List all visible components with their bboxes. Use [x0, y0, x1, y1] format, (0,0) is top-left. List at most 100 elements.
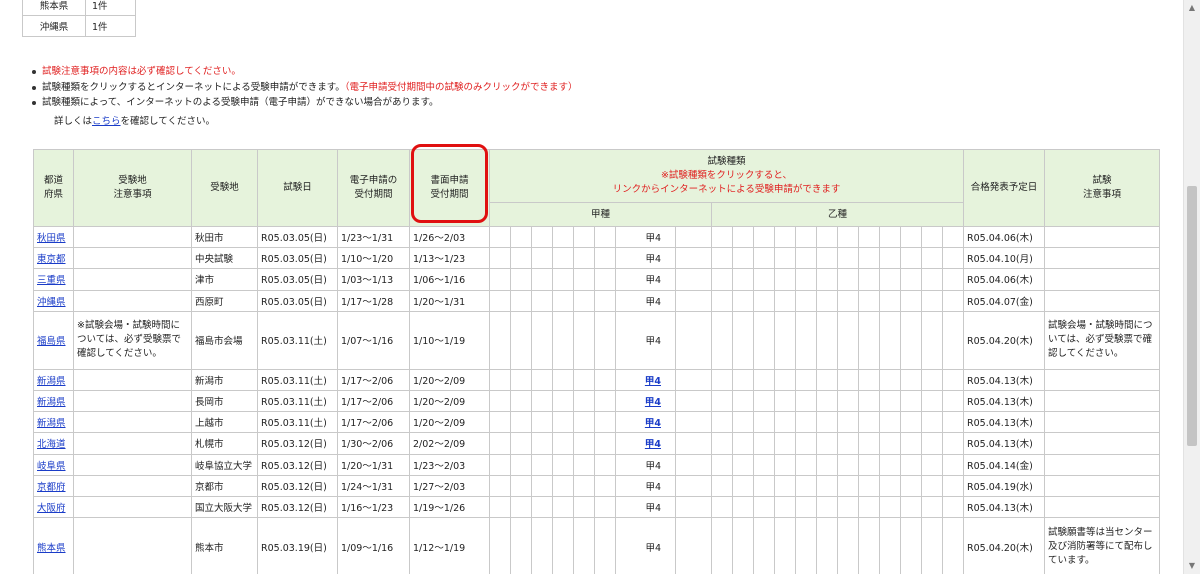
otsu-sub-cell	[816, 453, 838, 476]
pref-link[interactable]: 沖縄県	[37, 297, 66, 308]
pref-link[interactable]: 大阪府	[37, 503, 66, 514]
kou4-cell: 甲4	[615, 289, 676, 312]
otsu-sub-cell	[774, 225, 796, 249]
kou-sub-cell	[531, 453, 553, 476]
otsu-sub-cell	[858, 474, 880, 497]
pref-link[interactable]: 熊本県	[37, 543, 66, 554]
otsu-sub-cell	[732, 247, 754, 270]
otsu-sub-cell	[816, 225, 838, 249]
table-row: 東京都 中央試験 R05.03.05(日) 1/10～1/20 1/13～1/23 甲4 R…	[33, 247, 1160, 270]
result-date-cell: R05.04.19(水)	[963, 474, 1045, 497]
electronic-period-cell: 1/09～1/16	[337, 517, 410, 574]
detail-text: 詳しくは	[54, 116, 93, 127]
table-row: 京都府 京都市 R05.03.12(日) 1/24～1/31 1/27～2/03 甲4 R0…	[33, 474, 1160, 497]
paper-period-cell: 1/20～1/31	[409, 289, 490, 312]
otsu-sub-cell	[900, 247, 922, 270]
header-exam-notes: 試験 注意事項	[1044, 149, 1160, 227]
kou-sub-cell	[489, 432, 511, 455]
venue-note-cell	[73, 474, 192, 497]
venue-note-cell	[73, 389, 192, 413]
kou-sub-cell	[573, 389, 595, 413]
prefecture-count-table: 熊本県 1件 沖縄県 1件	[22, 0, 136, 37]
venue-cell: 西原町	[191, 289, 258, 312]
kou-sub-cell	[552, 289, 574, 312]
otsu-sub-cell	[921, 495, 943, 519]
otsu-sub-cell	[711, 268, 733, 291]
header-result-date: 合格発表予定日	[963, 149, 1045, 227]
kou-sub-cell	[489, 225, 511, 249]
otsu-sub-cell	[837, 411, 859, 434]
kou-sub-cell	[489, 368, 511, 391]
vertical-scrollbar[interactable]: ▲ ▼	[1183, 0, 1200, 574]
kou-sub-cell	[594, 453, 616, 476]
exam-note-cell	[1044, 411, 1160, 434]
otsu-sub-cell	[900, 310, 922, 370]
otsu-sub-cell	[900, 368, 922, 391]
exam-note-cell	[1044, 289, 1160, 312]
kou4-cell: 甲4	[615, 225, 676, 249]
otsu-sub-cell	[837, 495, 859, 519]
kou4-link[interactable]: 甲4	[645, 376, 661, 387]
scrollbar-thumb[interactable]	[1187, 186, 1197, 446]
otsu-sub-cell	[879, 310, 901, 370]
scroll-up-icon[interactable]: ▲	[1184, 0, 1200, 16]
kou-sub-cell	[510, 453, 532, 476]
pref-link[interactable]: 岐阜県	[37, 461, 66, 472]
kou-sub-cell	[594, 268, 616, 291]
kou-sub-cell	[552, 368, 574, 391]
electronic-period-cell: 1/07～1/16	[337, 310, 410, 370]
kou4-cell: 甲4	[615, 368, 676, 391]
pref-cell: 東京都	[33, 247, 74, 270]
otsu-sub-cell	[942, 225, 964, 249]
kou4-cell: 甲4	[615, 247, 676, 270]
otsu-sub-cell	[816, 368, 838, 391]
otsu-sub-cell	[858, 495, 880, 519]
detail-link[interactable]: こちら	[92, 116, 121, 127]
exam-note-cell	[1044, 368, 1160, 391]
count-value: 1件	[85, 0, 136, 16]
pref-link[interactable]: 東京都	[37, 254, 66, 265]
exam-date-cell: R05.03.12(日)	[257, 474, 338, 497]
otsu-sub-cell	[711, 495, 733, 519]
pref-link[interactable]: 新潟県	[37, 418, 66, 429]
electronic-period-cell: 1/17～2/06	[337, 389, 410, 413]
venue-note-cell	[73, 247, 192, 270]
venue-note-cell	[73, 225, 192, 249]
otsu-sub-cell	[711, 517, 733, 574]
otsu-sub-cell	[900, 517, 922, 574]
pref-link[interactable]: 秋田県	[37, 233, 66, 244]
kou4-link[interactable]: 甲4	[645, 439, 661, 450]
exam-note-cell	[1044, 453, 1160, 476]
pref-link[interactable]: 新潟県	[37, 397, 66, 408]
otsu-sub-cell	[774, 453, 796, 476]
pref-link[interactable]: 三重県	[37, 275, 66, 286]
kou-sub-cell	[675, 310, 712, 370]
otsu-sub-cell	[774, 389, 796, 413]
pref-link[interactable]: 福島県	[37, 336, 66, 347]
pref-link[interactable]: 新潟県	[37, 376, 66, 387]
kou-sub-cell	[573, 289, 595, 312]
kou-sub-cell	[531, 411, 553, 434]
otsu-sub-cell	[753, 268, 775, 291]
kou-sub-cell	[510, 247, 532, 270]
otsu-sub-cell	[711, 368, 733, 391]
pref-link[interactable]: 京都府	[37, 482, 66, 493]
kou-sub-cell	[510, 411, 532, 434]
exam-date-cell: R05.03.05(日)	[257, 289, 338, 312]
kou4-link[interactable]: 甲4	[645, 418, 661, 429]
kou-sub-cell	[552, 432, 574, 455]
bullet-icon	[32, 70, 36, 74]
otsu-sub-cell	[837, 453, 859, 476]
notice-text: 試験種類をクリックするとインターネットによる受験申請ができます。	[42, 81, 345, 93]
pref-link[interactable]: 北海道	[37, 439, 66, 450]
scroll-down-icon[interactable]: ▼	[1184, 558, 1200, 574]
otsu-sub-cell	[858, 453, 880, 476]
detail-line: 詳しくはこちらを確認してください。	[54, 113, 215, 127]
kou-sub-cell	[510, 225, 532, 249]
kou-sub-cell	[510, 368, 532, 391]
kou-sub-cell	[675, 453, 712, 476]
kou4-link[interactable]: 甲4	[645, 397, 661, 408]
otsu-sub-cell	[774, 268, 796, 291]
otsu-sub-cell	[816, 268, 838, 291]
otsu-sub-cell	[795, 432, 817, 455]
